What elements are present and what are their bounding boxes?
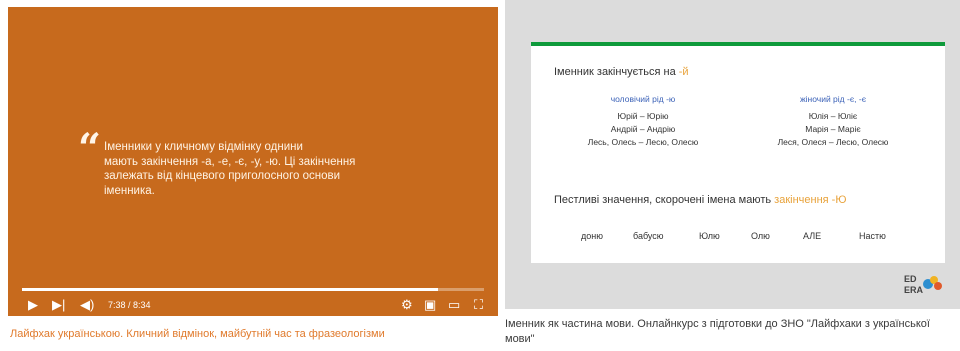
slide-subheading: Пестливі значення, скорочені імена мають…: [554, 194, 847, 206]
video-card-right[interactable]: Іменник закінчується на -й чоловічий рід…: [505, 0, 960, 351]
progress-bar[interactable]: [22, 288, 484, 291]
volume-icon[interactable]: ◀): [80, 297, 94, 313]
quote-icon: “: [78, 125, 102, 172]
example-word: Настю: [859, 231, 886, 241]
video-title-link[interactable]: Лайфхак українською. Кличний відмінок, м…: [10, 327, 490, 341]
quote-text: Іменники у кличному відмінку однини мают…: [104, 141, 356, 197]
masculine-column-heading: чоловічий рід -ю: [610, 94, 676, 104]
video-card-left[interactable]: “ Іменники у кличному відмінку однини ма…: [0, 0, 498, 351]
feminine-examples: Юлія – Юліє Марія – Маріє Леся, Олеся – …: [777, 111, 889, 147]
example-word: Юлю: [699, 231, 720, 241]
miniplayer-icon[interactable]: ▣: [424, 297, 436, 313]
slide-heading: Іменник закінчується на -й: [554, 66, 689, 78]
example-word: доню: [581, 231, 603, 241]
player-controls: ▶ ▶| ◀) 7:38 / 8:34 ⚙ ▣ ▭ ⛶: [8, 295, 498, 315]
logo-swirl-icon: [923, 276, 942, 290]
play-icon[interactable]: ▶: [28, 297, 38, 313]
example-word: бабусю: [633, 231, 664, 241]
lesson-slide: Іменник закінчується на -й чоловічий рід…: [531, 42, 945, 263]
time-display: 7:38 / 8:34: [108, 300, 151, 310]
settings-icon[interactable]: ⚙: [401, 297, 413, 313]
example-word: Олю: [751, 231, 770, 241]
video-thumbnail[interactable]: Іменник закінчується на -й чоловічий рід…: [505, 0, 960, 309]
example-word: АЛЕ: [803, 231, 822, 241]
masculine-examples: Юрій – Юрію Андрій – Андрію Лесь, Олесь …: [587, 111, 699, 147]
video-title-link[interactable]: Іменник як частина мови. Онлайнкурс з пі…: [505, 317, 955, 347]
fullscreen-icon[interactable]: ⛶: [474, 297, 483, 313]
feminine-column-heading: жіночий рід -є, -є: [799, 94, 867, 104]
theater-mode-icon[interactable]: ▭: [448, 297, 460, 313]
edera-logo: ED ERA: [904, 270, 948, 300]
video-player[interactable]: “ Іменники у кличному відмінку однини ма…: [8, 7, 498, 316]
next-icon[interactable]: ▶|: [52, 297, 65, 313]
progress-bar-fill: [22, 288, 438, 291]
